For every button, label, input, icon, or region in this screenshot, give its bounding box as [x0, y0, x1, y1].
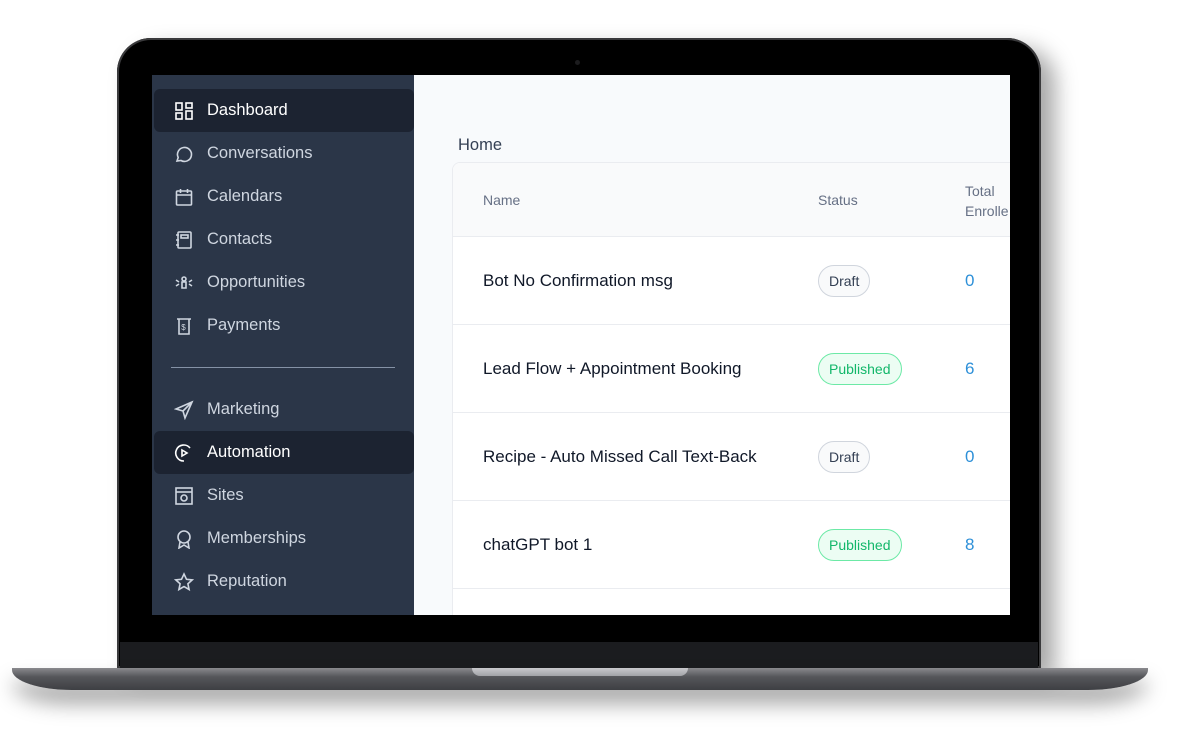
sidebar: Dashboard Conversations Calendars Contac…	[152, 75, 414, 615]
contact-book-icon	[173, 229, 195, 251]
award-ribbon-icon	[173, 528, 195, 550]
sidebar-item-label: Contacts	[207, 230, 273, 248]
laptop-notch	[472, 668, 688, 676]
column-header-total-enrolled[interactable]: Total Enrolle	[965, 181, 1010, 221]
sidebar-item-label: Conversations	[207, 144, 313, 162]
sidebar-item-reputation[interactable]: Reputation	[154, 560, 414, 603]
sidebar-item-label: Calendars	[207, 187, 283, 205]
status-badge: Draft	[818, 264, 871, 297]
sidebar-item-calendars[interactable]: Calendars	[154, 175, 414, 218]
sidebar-item-conversations[interactable]: Conversations	[154, 132, 414, 175]
workflow-name[interactable]: Bot No Confirmation msg	[483, 269, 773, 293]
status-badge: Draft	[818, 440, 871, 473]
total-enrolled[interactable]: 0	[965, 447, 974, 467]
star-icon	[173, 571, 195, 593]
sidebar-item-payments[interactable]: $ Payments	[154, 304, 414, 347]
main-content: Home Name Status Total Enrolle Bot No Con…	[414, 75, 1010, 615]
table-row[interactable]: Published	[453, 589, 1010, 615]
sidebar-divider	[171, 367, 395, 368]
status-badge: Published	[818, 352, 902, 385]
sidebar-item-label: Reputation	[207, 572, 287, 590]
total-enrolled[interactable]: 0	[965, 271, 974, 291]
sidebar-item-label: Payments	[207, 316, 281, 334]
sidebar-item-label: Automation	[207, 443, 291, 461]
table-row[interactable]: Lead Flow + Appointment Booking Publishe…	[453, 325, 1010, 413]
workflow-name[interactable]: Lead Flow + Appointment Booking	[483, 357, 773, 381]
play-circle-icon	[173, 442, 195, 464]
laptop-chin	[120, 642, 1038, 668]
total-enrolled[interactable]: 6	[965, 359, 974, 379]
table-row[interactable]: chatGPT bot 1 Published 8	[453, 501, 1010, 589]
workflow-name[interactable]: chatGPT bot 1	[483, 533, 773, 557]
globe-window-icon	[173, 485, 195, 507]
table-header: Name Status Total Enrolle	[453, 163, 1010, 237]
sidebar-item-label: Dashboard	[207, 101, 288, 119]
table-row[interactable]: Recipe - Auto Missed Call Text-Back Draf…	[453, 413, 1010, 501]
sidebar-item-memberships[interactable]: Memberships	[154, 517, 414, 560]
sidebar-item-opportunities[interactable]: Opportunities	[154, 261, 414, 304]
workflows-table: Name Status Total Enrolle Bot No Confirma…	[452, 162, 1010, 615]
sidebar-item-marketing[interactable]: Marketing	[154, 388, 414, 431]
calendar-icon	[173, 186, 195, 208]
receipt-dollar-icon: $	[173, 315, 195, 337]
sidebar-item-dashboard[interactable]: Dashboard	[154, 89, 414, 132]
sidebar-item-label: Opportunities	[207, 273, 306, 291]
total-enrolled[interactable]: 8	[965, 535, 974, 555]
breadcrumb[interactable]: Home	[458, 136, 502, 155]
table-row[interactable]: Bot No Confirmation msg Draft 0	[453, 237, 1010, 325]
chat-bubble-icon	[173, 143, 195, 165]
sidebar-item-label: Sites	[207, 486, 244, 504]
paper-plane-icon	[173, 399, 195, 421]
sidebar-item-automation[interactable]: Automation	[154, 431, 414, 474]
column-header-status[interactable]: Status	[818, 192, 858, 208]
workflow-name[interactable]: Recipe - Auto Missed Call Text-Back	[483, 445, 773, 469]
sidebar-item-label: Memberships	[207, 529, 307, 547]
network-person-icon	[173, 272, 195, 294]
sidebar-item-sites[interactable]: Sites	[154, 474, 414, 517]
sidebar-item-label: Marketing	[207, 400, 280, 418]
sidebar-item-contacts[interactable]: Contacts	[154, 218, 414, 261]
screen: Dashboard Conversations Calendars Contac…	[152, 75, 1010, 615]
dashboard-grid-icon	[173, 100, 195, 122]
column-header-name[interactable]: Name	[483, 192, 520, 208]
camera-icon	[575, 60, 580, 65]
svg-text:$: $	[181, 323, 186, 332]
status-badge: Published	[818, 528, 902, 561]
